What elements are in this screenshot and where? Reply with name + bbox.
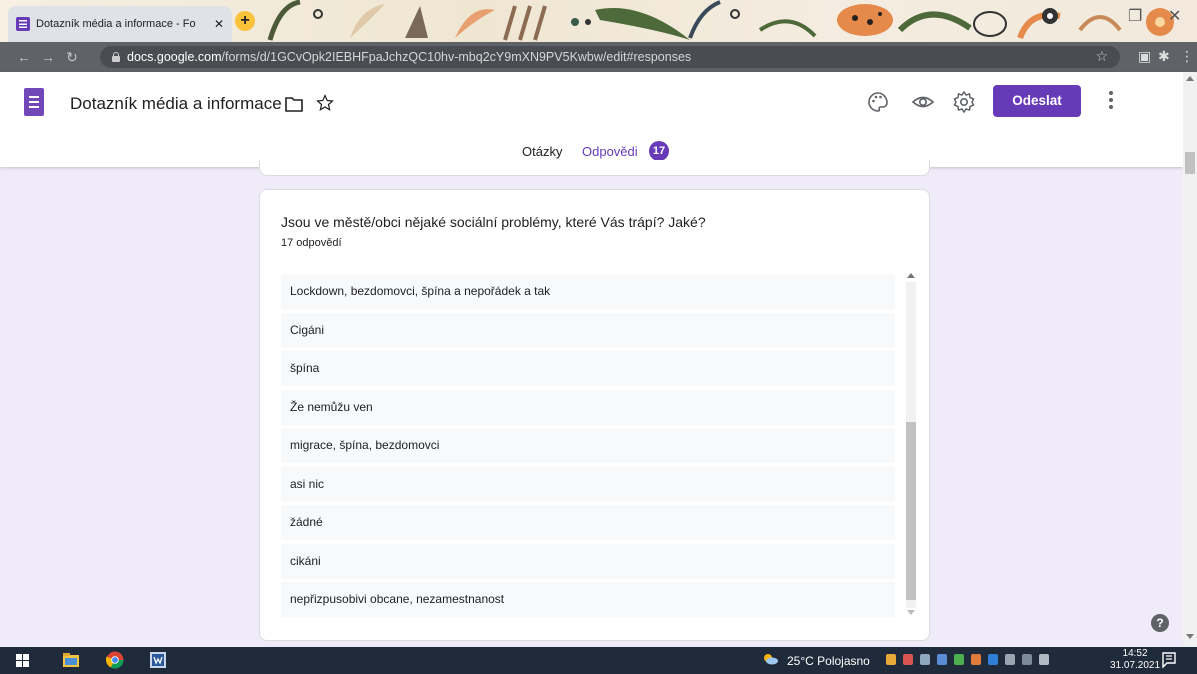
reload-icon[interactable]: ↻	[60, 49, 84, 66]
tray-app-icon[interactable]	[886, 654, 896, 665]
forms-favicon-icon	[16, 17, 30, 31]
page-scrollbar-thumb[interactable]	[1185, 152, 1195, 174]
list-item: špína	[281, 351, 895, 386]
folder-icon[interactable]	[285, 96, 303, 112]
list-item: cikáni	[281, 543, 895, 579]
help-icon[interactable]: ?	[1151, 614, 1169, 632]
url-path: /forms/d/1GCvOpk2IEBHFpaJchzQC10hv-mbq2c…	[221, 50, 692, 64]
weather-text[interactable]: 25°C Polojasno	[787, 654, 870, 668]
list-scroll-thumb[interactable]	[906, 422, 916, 600]
response-count: 17 odpovědí	[281, 237, 342, 249]
tray-network-icon[interactable]	[937, 654, 947, 665]
question-title: Jsou ve městě/obci nějaké sociální probl…	[281, 214, 706, 230]
forms-header: Dotazník média a informace Odeslat Otázk…	[0, 72, 1183, 167]
tray-antivirus-icon[interactable]	[903, 654, 913, 665]
windows-start-icon[interactable]	[16, 654, 29, 667]
url-text: docs.google.com/forms/d/1GCvOpk2IEBHFpaJ…	[127, 50, 691, 64]
url-host: docs.google.com	[127, 50, 222, 64]
address-bar[interactable]: docs.google.com/forms/d/1GCvOpk2IEBHFpaJ…	[100, 46, 1120, 68]
tray-update-icon[interactable]	[971, 654, 981, 665]
scroll-down-arrow-icon[interactable]	[1186, 634, 1194, 639]
list-scroll-down-arrow-icon[interactable]	[907, 610, 915, 615]
tray-pen-icon[interactable]	[920, 654, 930, 665]
form-title[interactable]: Dotazník média a informace	[70, 94, 282, 114]
list-scroll-up-arrow-icon[interactable]	[907, 273, 915, 278]
list-item: Že nemůžu ven	[281, 389, 895, 425]
previous-card-bottom	[259, 160, 930, 176]
forward-icon[interactable]: →	[36, 49, 60, 65]
bookmark-star-icon[interactable]: ☆	[1095, 48, 1108, 65]
tray-sync-icon[interactable]	[954, 654, 964, 665]
list-item: nepřizpusobivi obcane, nezamestnanost	[281, 582, 895, 617]
clock-date: 31.07.2021	[1110, 660, 1161, 671]
close-window-icon[interactable]: ✕	[1168, 6, 1181, 26]
keyboard-icon[interactable]	[1005, 654, 1015, 665]
palette-icon[interactable]	[866, 90, 890, 114]
response-list-scrollbar[interactable]	[904, 270, 918, 620]
tab-close-icon[interactable]: ✕	[214, 17, 224, 31]
star-icon[interactable]	[316, 94, 334, 112]
weather-partly-cloudy-icon[interactable]	[762, 653, 778, 665]
scroll-up-arrow-icon[interactable]	[1186, 76, 1194, 81]
send-button[interactable]: Odeslat	[993, 85, 1081, 117]
wifi-icon[interactable]	[1022, 654, 1032, 665]
question-response-card: Jsou ve městě/obci nějaké sociální probl…	[259, 189, 930, 641]
tab-questions[interactable]: Otázky	[522, 144, 562, 159]
tab-responses[interactable]: Odpovědi	[582, 144, 638, 159]
lock-icon[interactable]	[112, 52, 120, 62]
list-item: migrace, špína, bezdomovci	[281, 428, 895, 463]
puzzle-extensions-icon[interactable]: ✱	[1158, 48, 1170, 65]
volume-icon[interactable]	[1039, 654, 1049, 665]
browser-menu-icon[interactable]: ⋮	[1180, 48, 1194, 65]
settings-gear-icon[interactable]	[952, 90, 976, 114]
extension-icon[interactable]: ▣	[1138, 48, 1151, 65]
bluetooth-icon[interactable]	[988, 654, 998, 665]
system-tray	[886, 654, 1049, 665]
list-item: asi nic	[281, 466, 895, 502]
response-list: Lockdown, bezdomovci, špína a nepořádek …	[281, 274, 895, 621]
clock[interactable]: 14:52 31.07.2021	[1110, 648, 1160, 672]
browser-tab-bar: Dotazník média a informace - Fo ✕ + ❐ ✕	[0, 0, 1197, 42]
browser-tab[interactable]: Dotazník média a informace - Fo ✕	[8, 6, 232, 42]
preview-eye-icon[interactable]	[911, 90, 935, 114]
notification-center-icon[interactable]	[1162, 652, 1176, 668]
google-forms-logo-icon[interactable]	[24, 88, 44, 116]
chrome-icon[interactable]	[106, 651, 124, 669]
browser-toolbar: ← → ↻ docs.google.com/forms/d/1GCvOpk2IE…	[0, 42, 1197, 72]
new-tab-button[interactable]: +	[235, 11, 255, 31]
file-explorer-icon[interactable]	[63, 653, 79, 667]
more-options-icon[interactable]	[1108, 90, 1114, 110]
list-item: Lockdown, bezdomovci, špína a nepořádek …	[281, 274, 895, 309]
page-scrollbar[interactable]	[1183, 72, 1197, 647]
list-item: Cigáni	[281, 312, 895, 348]
back-icon[interactable]: ←	[12, 49, 36, 65]
restore-window-icon[interactable]: ❐	[1128, 6, 1142, 26]
word-app-icon[interactable]	[150, 652, 166, 668]
clock-time: 14:52	[1122, 648, 1148, 659]
tab-title: Dotazník média a informace - Fo	[36, 18, 196, 30]
windows-taskbar: 25°C Polojasno 14:52 31.07.2021	[0, 647, 1197, 674]
list-item: žádné	[281, 505, 895, 540]
response-count-badge: 17	[649, 141, 669, 161]
